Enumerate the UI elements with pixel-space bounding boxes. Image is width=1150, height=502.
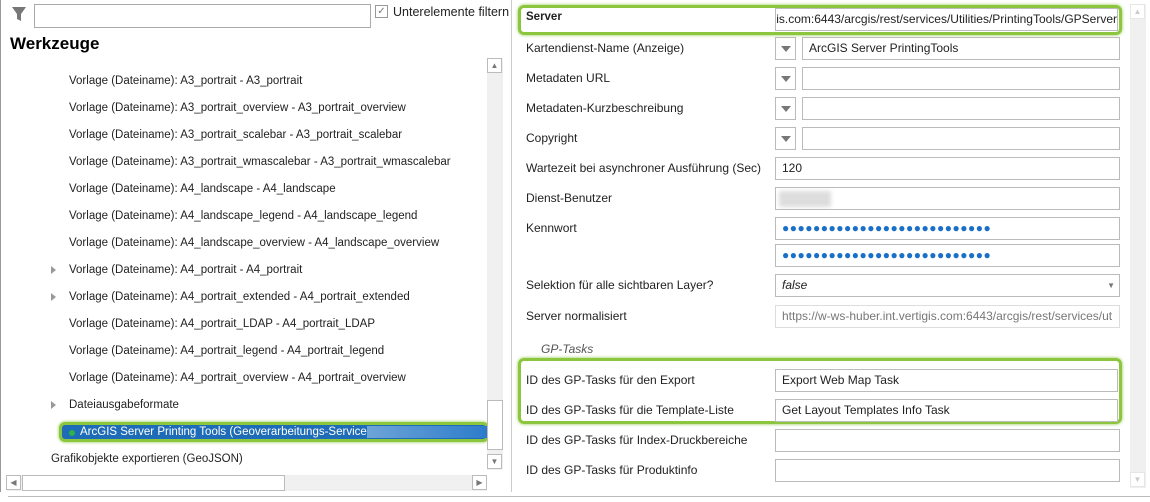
properties-scrollbar[interactable]: ▲ ▼ — [1130, 4, 1146, 488]
copyright-label: Copyright — [526, 131, 578, 145]
panel-divider[interactable] — [511, 0, 512, 492]
expand-arrow-icon[interactable] — [51, 266, 56, 274]
redacted-text — [367, 426, 487, 438]
tree-item[interactable]: Vorlage (Dateiname): A3_portrait - A3_po… — [69, 71, 302, 91]
benutzer-label: Dienst-Benutzer — [526, 191, 613, 205]
selektion-label: Selektion für alle sichtbaren Layer? — [526, 278, 714, 292]
scroll-thumb[interactable] — [22, 475, 285, 491]
metadaten-url-input[interactable] — [802, 67, 1120, 90]
selektion-value: false — [782, 278, 808, 292]
kartendienst-dropdown[interactable] — [775, 37, 796, 60]
tree-item[interactable]: Vorlage (Dateiname): A4_landscape_legend… — [69, 206, 417, 226]
tree-item[interactable]: Vorlage (Dateiname): A3_portrait_wmascal… — [69, 152, 451, 172]
tree-item[interactable]: Vorlage (Dateiname): A4_landscape - A4_l… — [69, 179, 336, 199]
tree-item[interactable]: Vorlage (Dateiname): A4_portrait_overvie… — [69, 368, 406, 388]
kartendienst-input[interactable]: ArcGIS Server PrintingTools — [802, 37, 1120, 60]
kennwort-confirm-input[interactable]: ●●●●●●●●●●●●●●●●●●●●●●●●●●● — [775, 244, 1120, 267]
expand-arrow-icon[interactable] — [51, 293, 56, 301]
copyright-input[interactable] — [802, 127, 1120, 150]
tree-item[interactable]: Dateiausgabeformate — [69, 395, 179, 415]
status-dot-icon — [69, 430, 75, 436]
copyright-dropdown[interactable] — [775, 127, 796, 150]
metadaten-url-dropdown[interactable] — [775, 67, 796, 90]
index-label: ID des GP-Tasks für Index-Druckbereiche — [526, 433, 748, 447]
produkt-input[interactable] — [775, 459, 1120, 482]
server-input[interactable]: is.com:6443/arcgis/rest/services/Utiliti… — [775, 8, 1118, 31]
tree-item[interactable]: Vorlage (Dateiname): A4_portrait - A4_po… — [69, 260, 302, 280]
metadaten-kurz-label: Metadaten-Kurzbeschreibung — [526, 101, 684, 115]
redacted-text — [779, 191, 831, 207]
filter-icon[interactable] — [11, 6, 27, 22]
chevron-down-icon: ▼ — [1107, 281, 1115, 290]
index-input[interactable] — [775, 429, 1120, 452]
gp-tasks-section: GP-Tasks — [541, 342, 594, 356]
scroll-up-button[interactable]: ▲ — [1130, 4, 1145, 19]
scroll-thumb[interactable] — [487, 400, 503, 450]
tree-item[interactable]: Vorlage (Dateiname): A4_portrait_extende… — [69, 287, 410, 307]
normalisiert-label: Server normalisiert — [526, 309, 627, 323]
wartezeit-label: Wartezeit bei asynchroner Ausführung (Se… — [526, 161, 762, 175]
server-label: Server — [526, 11, 562, 23]
tools-panel: ✓ Unterelemente filtern Werkzeuge Vorlag… — [0, 0, 510, 492]
filter-subelements-checkbox[interactable]: ✓ — [375, 5, 388, 18]
export-input[interactable]: Export Web Map Task — [775, 369, 1118, 392]
tree-item[interactable]: Vorlage (Dateiname): A4_portrait_LDAP - … — [69, 314, 375, 334]
kennwort-input[interactable]: ●●●●●●●●●●●●●●●●●●●●●●●●●●● — [775, 217, 1120, 240]
tree-item-geojson[interactable]: Grafikobjekte exportieren (GeoJSON) — [51, 449, 243, 469]
tree-item[interactable]: Vorlage (Dateiname): A4_landscape_overvi… — [69, 233, 439, 253]
benutzer-input[interactable] — [775, 187, 1120, 210]
selektion-select[interactable]: false ▼ — [775, 274, 1120, 297]
tree-horizontal-scrollbar[interactable]: ◀ ▶ — [6, 475, 487, 491]
filter-input[interactable] — [34, 4, 371, 28]
kennwort-label: Kennwort — [526, 221, 577, 235]
metadaten-kurz-input[interactable] — [802, 97, 1120, 120]
normalisiert-input: https://w-ws-huber.int.vertigis.com:6443… — [775, 305, 1120, 328]
tree-vertical-scrollbar[interactable]: ▲ ▼ — [487, 58, 503, 470]
kartendienst-label: Kartendienst-Name (Anzeige) — [526, 41, 685, 55]
tree-item-selected[interactable]: ArcGIS Server Printing Tools (Geoverarbe… — [59, 422, 489, 442]
expand-arrow-icon[interactable] — [51, 401, 56, 409]
produkt-label: ID des GP-Tasks für Produktinfo — [526, 463, 698, 477]
panel-title: Werkzeuge — [10, 34, 100, 53]
scroll-up-button[interactable]: ▲ — [487, 58, 502, 73]
bottom-divider — [8, 496, 1150, 497]
tree-item[interactable]: Vorlage (Dateiname): A3_portrait_scaleba… — [69, 125, 402, 145]
metadaten-kurz-dropdown[interactable] — [775, 97, 796, 120]
scroll-down-button[interactable]: ▼ — [1130, 472, 1145, 487]
scroll-right-button[interactable]: ▶ — [472, 475, 487, 490]
template-label: ID des GP-Tasks für die Template-Liste — [526, 403, 734, 417]
filter-subelements-label: Unterelemente filtern — [393, 5, 510, 19]
tree-item[interactable]: Vorlage (Dateiname): A4_portrait_legend … — [69, 341, 384, 361]
scroll-left-button[interactable]: ◀ — [6, 475, 21, 490]
export-label: ID des GP-Tasks für den Export — [526, 373, 695, 387]
tree-item[interactable]: Vorlage (Dateiname): A3_portrait_overvie… — [69, 98, 406, 118]
tree-item-label: ArcGIS Server Printing Tools (Geoverarbe… — [80, 426, 374, 438]
metadaten-url-label: Metadaten URL — [526, 71, 611, 85]
scroll-down-button[interactable]: ▼ — [487, 454, 502, 469]
wartezeit-input[interactable]: 120 — [775, 157, 1120, 180]
template-input[interactable]: Get Layout Templates Info Task — [775, 399, 1118, 422]
